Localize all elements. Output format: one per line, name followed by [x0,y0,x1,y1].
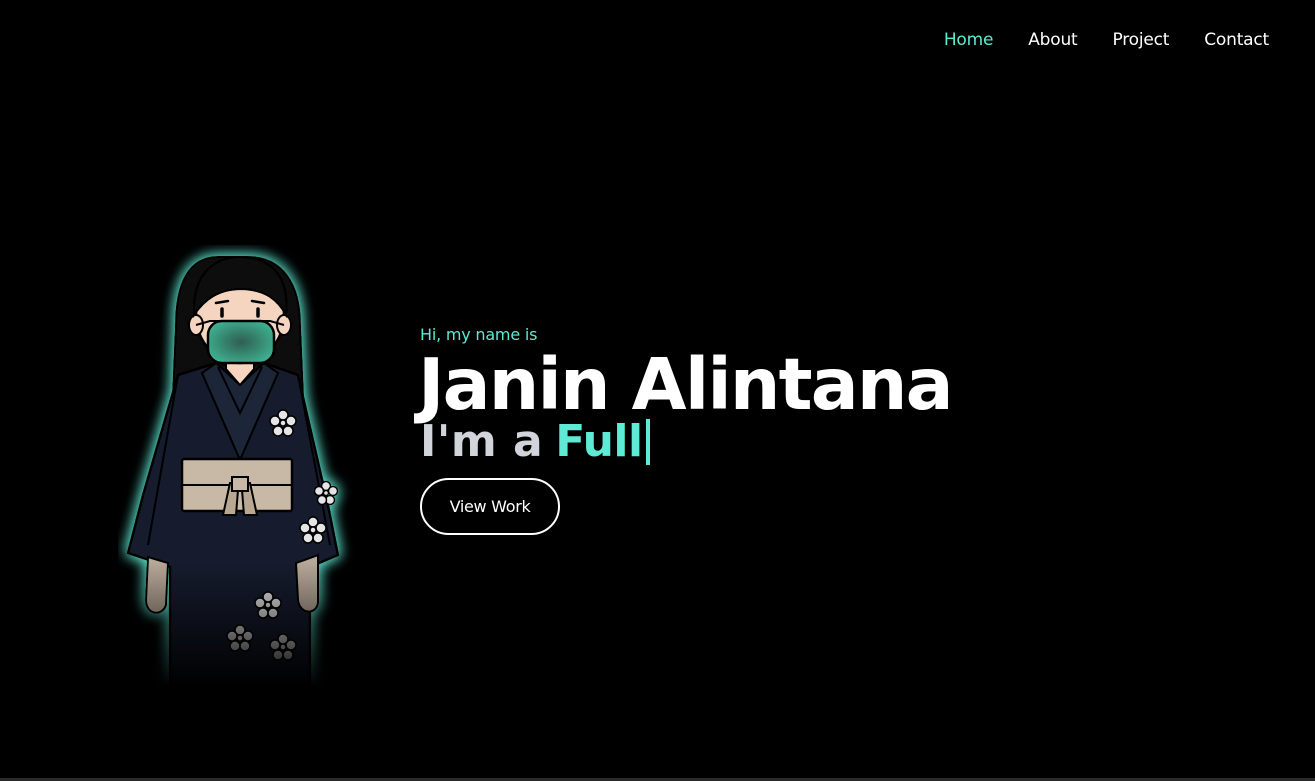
kimono-girl-illustration [118,245,368,685]
top-nav: Home About Project Contact [944,30,1269,50]
view-work-button[interactable]: View Work [420,478,560,535]
hero-section: Hi, my name is Janin Alintana I'm a Full… [418,325,954,535]
greeting-text: Hi, my name is [420,325,538,344]
typing-cursor [645,419,650,465]
role-word: Full [555,416,643,467]
portfolio-page: Home About Project Contact Hi, my name i… [0,0,1315,781]
nav-about-link[interactable]: About [1028,30,1077,50]
nav-project-link[interactable]: Project [1112,30,1169,50]
hero-name: Janin Alintana [418,343,954,426]
nav-home-link[interactable]: Home [944,30,994,50]
nav-contact-link[interactable]: Contact [1204,30,1269,50]
role-prefix: I'm a [420,416,544,467]
avatar-illustration [118,245,368,685]
